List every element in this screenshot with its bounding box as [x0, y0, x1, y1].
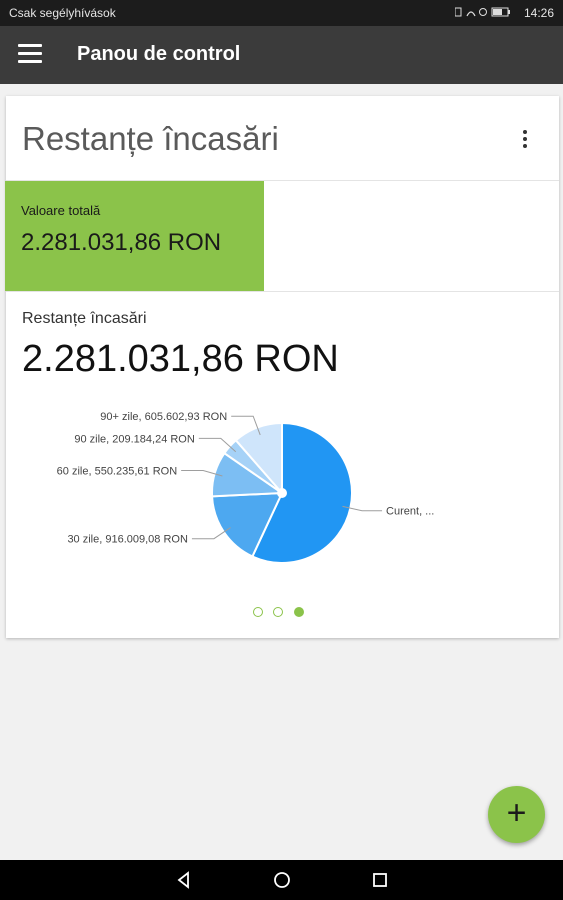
pager-dot-active[interactable] [293, 607, 304, 617]
slice-label: 60 zile, 550.235,61 RON [57, 465, 178, 477]
dashboard-card: Restanțe încasări Valoare totală 2.281.0… [5, 96, 559, 638]
carrier-text: Csak segélyhívások [9, 6, 116, 20]
navigation-bar [0, 860, 563, 900]
pager-dots [253, 604, 310, 622]
back-icon[interactable] [174, 870, 194, 890]
total-value-tile[interactable]: Valoare totală 2.281.031,86 RON [5, 181, 264, 291]
pager-dot[interactable] [273, 607, 284, 617]
divider [6, 291, 559, 292]
app-bar: Panou de control [0, 26, 563, 84]
pager-dot[interactable] [253, 607, 263, 617]
slice-label: Curent, ... [386, 506, 434, 518]
slice-label: 90+ zile, 605.602,93 RON [100, 411, 227, 423]
app-title: Panou de control [77, 43, 241, 65]
chart-section-value: 2.281.031,86 RON [22, 338, 339, 380]
card-header: Restanțe încasări [6, 96, 559, 181]
status-icons [454, 6, 515, 21]
card-title: Restanțe încasări [22, 120, 279, 157]
signal-wifi-battery-icon [454, 7, 510, 17]
recents-icon[interactable] [370, 870, 390, 890]
slice-label: 90 zile, 209.184,24 RON [74, 433, 195, 445]
chart-section-label: Restanțe încasări [22, 310, 147, 327]
plus-icon: + [506, 794, 527, 832]
slice-label: 30 zile, 916.009,08 RON [67, 534, 188, 546]
pie-center [277, 488, 287, 498]
hamburger-menu-icon[interactable] [18, 44, 42, 66]
home-icon[interactable] [272, 870, 292, 890]
total-value: 2.281.031,86 RON [21, 229, 222, 256]
more-options-icon[interactable] [521, 130, 529, 148]
add-fab-button[interactable]: + [488, 786, 545, 843]
status-bar: Csak segélyhívások 14:26 [0, 0, 563, 26]
pie-chart[interactable]: Curent, ... 30 zile, 916.009,08 RON 60 zil… [6, 396, 559, 596]
clock: 14:26 [523, 6, 554, 20]
total-label: Valoare totală [21, 203, 101, 218]
